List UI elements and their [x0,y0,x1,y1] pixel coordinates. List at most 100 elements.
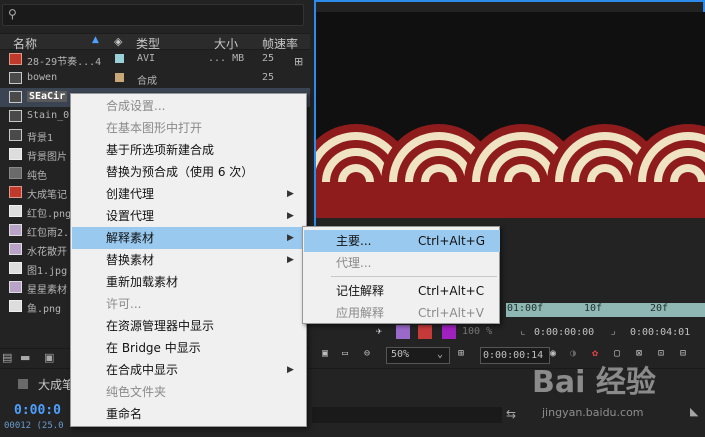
in-point-icon[interactable]: ⌞ [520,326,526,337]
baidu-watermark: Bai 经验 jingyan.baidu.com [532,365,656,419]
item-type: 合成 [137,76,157,87]
flowchart-icon[interactable]: ⊞ [294,55,303,68]
menu-item-label: 创建代理 [106,187,155,201]
project-item-row[interactable]: 28-29节奏...4 AVI ... MB 25 [0,50,310,69]
new-folder-icon[interactable]: ▬ [20,351,30,364]
menu-item-label: 在资源管理器中显示 [106,319,215,333]
menu-item-label: 在基本图形中打开 [106,121,203,135]
label-swatch[interactable] [115,73,124,82]
label-tag-icon[interactable]: ◈ [114,35,122,48]
item-name: 背景1 [27,133,54,144]
label-swatch[interactable] [115,54,124,63]
composition-icon [9,72,22,84]
project-item-row[interactable]: bowen 合成 25 [0,69,310,88]
context-menu-item[interactable]: 在资源管理器中显示 [72,315,307,337]
context-menu-item[interactable]: 基于所选项新建合成 [72,139,307,161]
submenu-item: 应用解释 Ctrl+Alt+V [304,302,500,324]
watermark-text: Bai 经验 [532,365,656,400]
shy-icon[interactable]: ⇆ [506,407,516,421]
context-menu-item: 许可... [72,293,307,315]
item-name: Stain_0 [27,110,70,121]
time-ruler[interactable]: 01:00f 10f 20f [506,303,705,317]
item-name: bowen [27,72,58,83]
swatch-red-icon[interactable] [418,325,432,339]
submenu-item-label: 记住解释 [336,284,385,298]
context-menu-item[interactable]: 创建代理 ▶ [72,183,307,205]
zoom-out-icon[interactable]: ◣ [690,405,698,418]
watermark-url: jingyan.baidu.com [541,406,644,419]
menu-item-label: 纯色文件夹 [106,385,167,399]
zoom-value: 50% [391,349,410,360]
walk-icon[interactable]: ✈ [376,326,382,337]
column-header: 名称 ▲ ◈ 类型 大小 帧速率 [0,33,310,51]
menu-item-label: 替换素材 [106,253,155,267]
item-type: AVI [137,53,156,64]
menu-item-label: 合成设置... [106,99,166,113]
menu-item-label: 替换为预合成（使用 6 次） [106,165,254,179]
item-name: 纯色 [27,171,47,182]
menu-item-label: 基于所选项新建合成 [106,143,215,157]
image-file-icon [9,205,22,217]
interpret-footage-icon[interactable]: ▤ [2,351,12,364]
video-file-icon [9,224,22,236]
tick-2: 10f [584,303,603,314]
mask-icon[interactable]: ⊖ [364,348,370,359]
zoom-dropdown[interactable]: 50% ⌄ [386,347,450,364]
search-icon: ⚲ [8,7,17,21]
submenu-arrow-icon: ▶ [287,255,294,265]
submenu-item[interactable]: 记住解释 Ctrl+Alt+C [304,280,500,302]
grid-icon[interactable]: ⊞ [458,348,464,359]
submenu-arrow-icon: ▶ [287,233,294,243]
context-menu-item[interactable]: 在合成中显示 ▶ [72,359,307,381]
context-menu-item[interactable]: 解释素材 ▶ [72,227,307,249]
composition-icon [9,91,22,103]
submenu-arrow-icon: ▶ [287,211,294,221]
context-menu-item: 在基本图形中打开 [72,117,307,139]
search-input[interactable]: ⚲ [2,4,304,26]
context-menu-item[interactable]: 替换为预合成（使用 6 次） [72,161,307,183]
timecode-in[interactable]: 0:00:00:00 [534,327,594,338]
shortcut-label: Ctrl+Alt+V [418,306,484,320]
context-menu-item[interactable]: 在 Bridge 中显示 [72,337,307,359]
concentric-rings-artwork [316,124,705,218]
submenu-item[interactable]: 主要... Ctrl+Alt+G [304,230,500,252]
menu-item-label: 在 Bridge 中显示 [106,341,201,355]
video-file-icon [9,53,22,65]
context-menu-item[interactable]: 设置代理 ▶ [72,205,307,227]
image-file-icon [9,300,22,312]
viewer-controls-row-1: ✈ 100 % ⌞ 0:00:00:00 ⌟ 0:00:04:01 [370,324,705,344]
context-menu-item[interactable]: 替换素材 ▶ [72,249,307,271]
item-name: 红包.png [27,209,72,220]
item-name: 大成笔记 [27,190,67,201]
interpret-footage-submenu: 主要... Ctrl+Alt+G 代理... 记住解释 Ctrl+Alt+C 应用解释 Ct… [302,226,500,324]
item-name: 28-29节奏...4 [27,57,102,68]
monitor-icon[interactable]: ▭ [342,348,348,359]
chevron-down-icon: ⌄ [437,349,444,360]
context-menu-item[interactable]: 重新加载素材 [72,271,307,293]
context-menu-item[interactable]: 重命名 [72,403,307,425]
composition-canvas[interactable] [316,12,705,218]
ae-window: ⚲ 名称 ▲ ◈ 类型 大小 帧速率 28-29节奏...4 AVI... MB 2… [0,0,705,437]
project-context-menu: 合成设置... 在基本图形中打开 基于所选项新建合成替换为预合成（使用 6 次） 创建… [70,93,307,427]
item-name: 图1.jpg [27,266,68,277]
frame-info: 00012 (25.0 [4,421,64,431]
new-comp-icon[interactable]: ▣ [44,351,54,364]
timeline-search[interactable] [312,407,502,423]
sort-asc-icon[interactable]: ▲ [92,35,99,45]
swatch-purple-icon[interactable] [396,325,410,339]
always-preview-icon[interactable]: ▣ [322,348,328,359]
item-size: ... MB [208,53,245,64]
context-menu-item: 纯色文件夹 [72,381,307,403]
swatch-magenta-icon[interactable] [442,325,456,339]
submenu-arrow-icon: ▶ [287,365,294,375]
item-name: 背景图片 [27,152,67,163]
item-fps: 25 [262,53,275,64]
timecode-out[interactable]: 0:00:04:01 [630,327,690,338]
comp-tab-label[interactable]: 大成笔 [38,376,74,393]
menu-separator [331,276,497,277]
out-point-icon[interactable]: ⌟ [610,326,616,337]
tick-3: 20f [650,303,669,314]
item-fps: 25 [262,72,275,83]
timeline-timecode[interactable]: 0:00:0 [14,403,61,418]
composition-icon [9,129,22,141]
